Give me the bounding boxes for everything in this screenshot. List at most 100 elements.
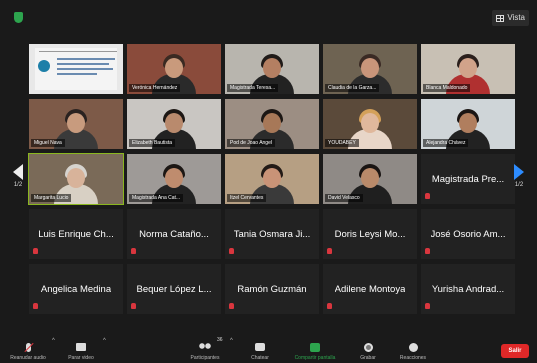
participant-name: Angelica Medina bbox=[40, 283, 112, 295]
participant-name-tile[interactable]: Adilene Montoya bbox=[322, 263, 418, 315]
leave-meeting-button[interactable]: Salir bbox=[501, 344, 529, 358]
participants-options-caret-icon[interactable]: ^ bbox=[230, 338, 233, 344]
unmute-audio-button[interactable]: Reanudar audio bbox=[6, 338, 50, 362]
record-icon bbox=[363, 343, 373, 352]
participants-label: Participantes bbox=[190, 355, 220, 361]
video-camera-icon bbox=[76, 343, 86, 351]
muted-microphone-icon bbox=[327, 248, 332, 254]
participant-name-label: Blanca Maldonado bbox=[423, 84, 471, 92]
muted-microphone-icon bbox=[229, 303, 234, 309]
participant-name: Magistrada Pre... bbox=[431, 173, 505, 185]
participant-name-tile[interactable]: Luis Enrique Ch... bbox=[28, 208, 124, 260]
participant-video-tile[interactable]: Claudia de la Garza... bbox=[322, 43, 418, 95]
participant-name-label: Pod de Joao Angel bbox=[227, 139, 275, 147]
share-screen-button[interactable]: Compartir pantalla bbox=[284, 338, 346, 362]
participant-name-tile[interactable]: José Osorio Am... bbox=[420, 208, 516, 260]
muted-microphone-icon bbox=[131, 248, 136, 254]
participant-name: Tania Osmara Ji... bbox=[233, 228, 311, 240]
stop-video-button[interactable]: Parar video bbox=[62, 338, 100, 362]
record-button[interactable]: Grabar bbox=[354, 338, 382, 362]
share-screen-icon bbox=[310, 343, 320, 352]
participant-name-tile[interactable]: Bequer López L... bbox=[126, 263, 222, 315]
meeting-window: Vista 1/2 Verónica Hernández Magistrada T… bbox=[0, 0, 537, 363]
participant-name-tile[interactable]: Yurisha Andrad... bbox=[420, 263, 516, 315]
shared-document-tile[interactable] bbox=[28, 43, 124, 95]
participant-grid: Verónica Hernández Magistrada Teresa... Cl… bbox=[28, 43, 518, 323]
top-bar: Vista bbox=[0, 0, 537, 36]
institution-logo-icon bbox=[38, 60, 50, 72]
microphone-muted-icon bbox=[25, 343, 31, 352]
participant-name-label: Verónica Hernández bbox=[129, 84, 181, 92]
muted-microphone-icon bbox=[131, 303, 136, 309]
participant-name-label: David Velasco bbox=[325, 194, 363, 202]
next-page-nav[interactable]: 1/2 bbox=[509, 164, 529, 200]
muted-microphone-icon bbox=[425, 303, 430, 309]
participant-name: Adilene Montoya bbox=[334, 283, 406, 295]
page-indicator-right: 1/2 bbox=[514, 182, 524, 188]
meeting-toolbar: Reanudar audio ^ Parar video ^ Participa… bbox=[0, 334, 537, 363]
participant-video-tile[interactable]: Elizabeth Bautista bbox=[126, 98, 222, 150]
participant-video-tile[interactable]: Pod de Joao Angel bbox=[224, 98, 320, 150]
page-indicator-left: 1/2 bbox=[13, 182, 23, 188]
participants-count: 36 bbox=[217, 337, 223, 343]
participant-name: Luis Enrique Ch... bbox=[38, 228, 114, 240]
participant-name-tile[interactable]: Magistrada Pre... bbox=[420, 153, 516, 205]
participant-name-label: YOUDABEY bbox=[325, 139, 359, 147]
participant-video-tile[interactable]: Alejandra Chávez bbox=[420, 98, 516, 150]
arrow-left-icon[interactable] bbox=[13, 164, 23, 180]
participant-name-label: Magistrada Ana Cat... bbox=[129, 194, 184, 202]
chat-label: Chatear bbox=[251, 355, 269, 361]
security-shield-icon[interactable] bbox=[14, 12, 23, 23]
share-screen-label: Compartir pantalla bbox=[294, 355, 336, 361]
participant-video-tile[interactable]: Itzel Cervantes bbox=[224, 153, 320, 205]
participant-name-label: Claudia de la Garza... bbox=[325, 84, 380, 92]
participant-video-tile[interactable]: Miguel Nava bbox=[28, 98, 124, 150]
participant-video-tile[interactable]: Margarita Lucio bbox=[28, 153, 124, 205]
record-label: Grabar bbox=[360, 355, 376, 361]
reactions-button[interactable]: Reacciones bbox=[392, 338, 434, 362]
participant-video-tile[interactable]: Blanca Maldonado bbox=[420, 43, 516, 95]
participant-video-tile[interactable]: David Velasco bbox=[322, 153, 418, 205]
participant-video-tile[interactable]: Verónica Hernández bbox=[126, 43, 222, 95]
participants-icon bbox=[198, 343, 212, 351]
participant-name-label: Miguel Nava bbox=[31, 139, 65, 147]
participant-name: Ramón Guzmán bbox=[237, 283, 307, 295]
muted-microphone-icon bbox=[327, 303, 332, 309]
participant-name-tile[interactable]: Ramón Guzmán bbox=[224, 263, 320, 315]
chat-bubble-icon bbox=[255, 343, 265, 351]
participant-name: Bequer López L... bbox=[136, 283, 212, 295]
stop-video-label: Parar video bbox=[68, 355, 94, 361]
muted-microphone-icon bbox=[33, 303, 38, 309]
participant-name: Yurisha Andrad... bbox=[431, 283, 505, 295]
muted-microphone-icon bbox=[425, 248, 430, 254]
participant-name-label: Magistrada Teresa... bbox=[227, 84, 279, 92]
video-options-caret-icon[interactable]: ^ bbox=[103, 338, 106, 344]
document-thumbnail bbox=[35, 48, 117, 90]
unmute-audio-label: Reanudar audio bbox=[10, 355, 46, 361]
participant-video-tile[interactable]: Magistrada Ana Cat... bbox=[126, 153, 222, 205]
muted-microphone-icon bbox=[33, 248, 38, 254]
participant-name: Norma Cataño... bbox=[139, 228, 209, 240]
participant-name-tile[interactable]: Norma Cataño... bbox=[126, 208, 222, 260]
arrow-right-icon[interactable] bbox=[514, 164, 524, 180]
reactions-icon bbox=[408, 343, 418, 352]
muted-microphone-icon bbox=[425, 193, 430, 199]
view-button[interactable]: Vista bbox=[492, 10, 529, 26]
participant-name-label: Itzel Cervantes bbox=[227, 194, 267, 202]
muted-microphone-icon bbox=[229, 248, 234, 254]
participant-name-tile[interactable]: Tania Osmara Ji... bbox=[224, 208, 320, 260]
participant-name-label: Alejandra Chávez bbox=[423, 139, 469, 147]
audio-options-caret-icon[interactable]: ^ bbox=[52, 338, 55, 344]
participant-name: José Osorio Am... bbox=[430, 228, 506, 240]
view-label: Vista bbox=[507, 13, 525, 22]
participant-video-tile[interactable]: Magistrada Teresa... bbox=[224, 43, 320, 95]
participant-name-tile[interactable]: Angelica Medina bbox=[28, 263, 124, 315]
grid-view-icon bbox=[496, 14, 505, 22]
participant-name-tile[interactable]: Doris Leysi Mo... bbox=[322, 208, 418, 260]
participant-video-tile[interactable]: YOUDABEY bbox=[322, 98, 418, 150]
chat-button[interactable]: Chatear bbox=[244, 338, 276, 362]
reactions-label: Reacciones bbox=[399, 355, 427, 361]
previous-page-nav[interactable]: 1/2 bbox=[8, 164, 28, 200]
participant-name: Doris Leysi Mo... bbox=[334, 228, 406, 240]
participant-name-label: Elizabeth Bautista bbox=[129, 139, 176, 147]
